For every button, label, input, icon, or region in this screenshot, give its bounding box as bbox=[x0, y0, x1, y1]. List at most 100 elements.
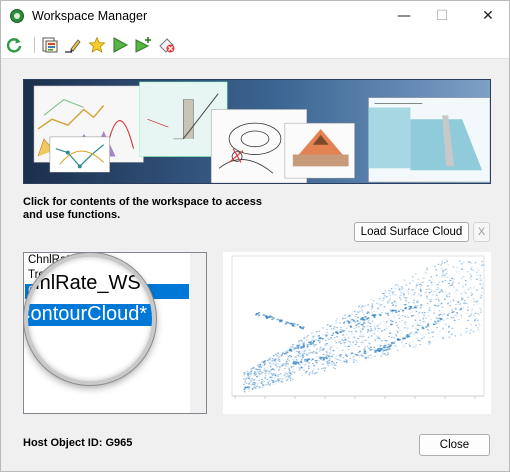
plot-point bbox=[432, 323, 435, 325]
plot-point bbox=[402, 309, 404, 312]
plot-point bbox=[329, 347, 332, 349]
plot-point bbox=[437, 305, 439, 307]
plot-point bbox=[426, 324, 429, 327]
run-icon[interactable] bbox=[111, 36, 129, 54]
plot-point bbox=[455, 271, 458, 273]
delete-icon[interactable] bbox=[158, 36, 176, 54]
plot-point bbox=[326, 363, 329, 365]
plot-point bbox=[359, 321, 361, 323]
plot-point bbox=[448, 293, 451, 295]
host-object-id: Host Object ID: G965 bbox=[23, 437, 133, 449]
plot-point bbox=[420, 290, 422, 292]
plot-point bbox=[358, 306, 360, 308]
plot-point bbox=[388, 292, 391, 294]
plot-point bbox=[437, 297, 439, 299]
plot-point bbox=[411, 311, 413, 313]
plot-point bbox=[255, 313, 258, 316]
plot-point bbox=[254, 383, 256, 385]
plot-point bbox=[353, 359, 355, 361]
plot-point bbox=[267, 373, 270, 375]
plot-point bbox=[291, 378, 294, 380]
plot-point bbox=[419, 322, 422, 324]
plot-point bbox=[435, 318, 438, 320]
plot-point bbox=[255, 368, 258, 370]
plot-point bbox=[320, 346, 322, 348]
plot-point bbox=[307, 335, 309, 337]
workspace-banner-image[interactable] bbox=[23, 79, 491, 184]
plot-point bbox=[339, 356, 342, 358]
plot-point bbox=[365, 359, 367, 361]
plot-point bbox=[351, 313, 354, 315]
title-bar: Workspace Manager — ☐ ✕ bbox=[1, 1, 509, 31]
rename-pencil-icon[interactable] bbox=[63, 36, 81, 54]
plot-point bbox=[272, 317, 275, 319]
plot-point bbox=[243, 373, 245, 375]
plot-point bbox=[390, 322, 392, 324]
plot-point bbox=[474, 312, 477, 314]
plot-point bbox=[477, 329, 480, 331]
plot-point bbox=[341, 349, 344, 351]
plot-point bbox=[287, 356, 290, 358]
plot-point bbox=[278, 360, 281, 362]
plot-point bbox=[442, 328, 444, 330]
close-window-button[interactable]: ✕ bbox=[473, 5, 503, 27]
plot-point bbox=[354, 321, 357, 323]
plot-point bbox=[466, 271, 469, 273]
plot-point bbox=[480, 279, 482, 281]
refresh-icon[interactable] bbox=[5, 36, 23, 54]
plot-point bbox=[467, 309, 469, 311]
plot-point bbox=[380, 304, 383, 306]
plot-point bbox=[360, 307, 362, 309]
plot-point bbox=[326, 351, 328, 353]
plot-point bbox=[457, 301, 460, 303]
plot-point bbox=[371, 305, 373, 308]
plot-point bbox=[284, 323, 287, 325]
plot-point bbox=[351, 333, 353, 335]
plot-point bbox=[292, 366, 295, 368]
plot-point bbox=[270, 359, 273, 361]
plot-point bbox=[288, 355, 291, 357]
plot-point bbox=[464, 329, 466, 332]
plot-point bbox=[456, 312, 458, 314]
plot-point bbox=[335, 326, 338, 328]
plot-point bbox=[469, 332, 471, 334]
load-surface-cloud-button[interactable]: Load Surface Cloud bbox=[354, 222, 469, 242]
plot-point bbox=[353, 361, 355, 363]
favorite-star-icon[interactable] bbox=[88, 36, 106, 54]
plot-point bbox=[315, 352, 317, 354]
maximize-button[interactable]: ☐ bbox=[427, 5, 457, 27]
plot-point bbox=[295, 359, 298, 361]
surface-cloud-plot[interactable] bbox=[223, 252, 491, 414]
clear-button[interactable]: X bbox=[473, 222, 490, 242]
list-scrollbar[interactable] bbox=[190, 253, 206, 413]
plot-point bbox=[347, 349, 350, 351]
plot-point bbox=[339, 322, 341, 324]
plot-point bbox=[311, 339, 313, 341]
plot-point bbox=[322, 327, 324, 329]
plot-point bbox=[444, 279, 447, 281]
plot-point bbox=[428, 288, 430, 290]
run-new-icon[interactable] bbox=[134, 36, 152, 54]
plot-point bbox=[373, 349, 376, 351]
plot-point bbox=[303, 347, 306, 349]
plot-point bbox=[355, 354, 358, 356]
plot-point bbox=[293, 364, 295, 367]
plot-point bbox=[414, 304, 417, 306]
plot-point bbox=[256, 375, 258, 378]
plot-point bbox=[361, 336, 364, 338]
plot-point bbox=[312, 362, 314, 365]
plot-point bbox=[409, 345, 411, 347]
plot-point bbox=[458, 319, 460, 321]
banner-panel-graph bbox=[49, 136, 110, 173]
plot-point bbox=[387, 326, 390, 328]
plot-point bbox=[404, 307, 407, 310]
plot-point bbox=[363, 326, 366, 328]
plot-point bbox=[380, 355, 383, 357]
close-button[interactable]: Close bbox=[419, 434, 490, 456]
workspace-contents-icon[interactable] bbox=[41, 36, 59, 54]
plot-point bbox=[360, 331, 362, 333]
minimize-button[interactable]: — bbox=[389, 5, 419, 27]
workspace-list[interactable]: ChnlRate_WSO Trench_Rate_drain ContourCl… bbox=[23, 252, 207, 414]
plot-point bbox=[441, 280, 444, 282]
plot-point bbox=[361, 354, 363, 356]
